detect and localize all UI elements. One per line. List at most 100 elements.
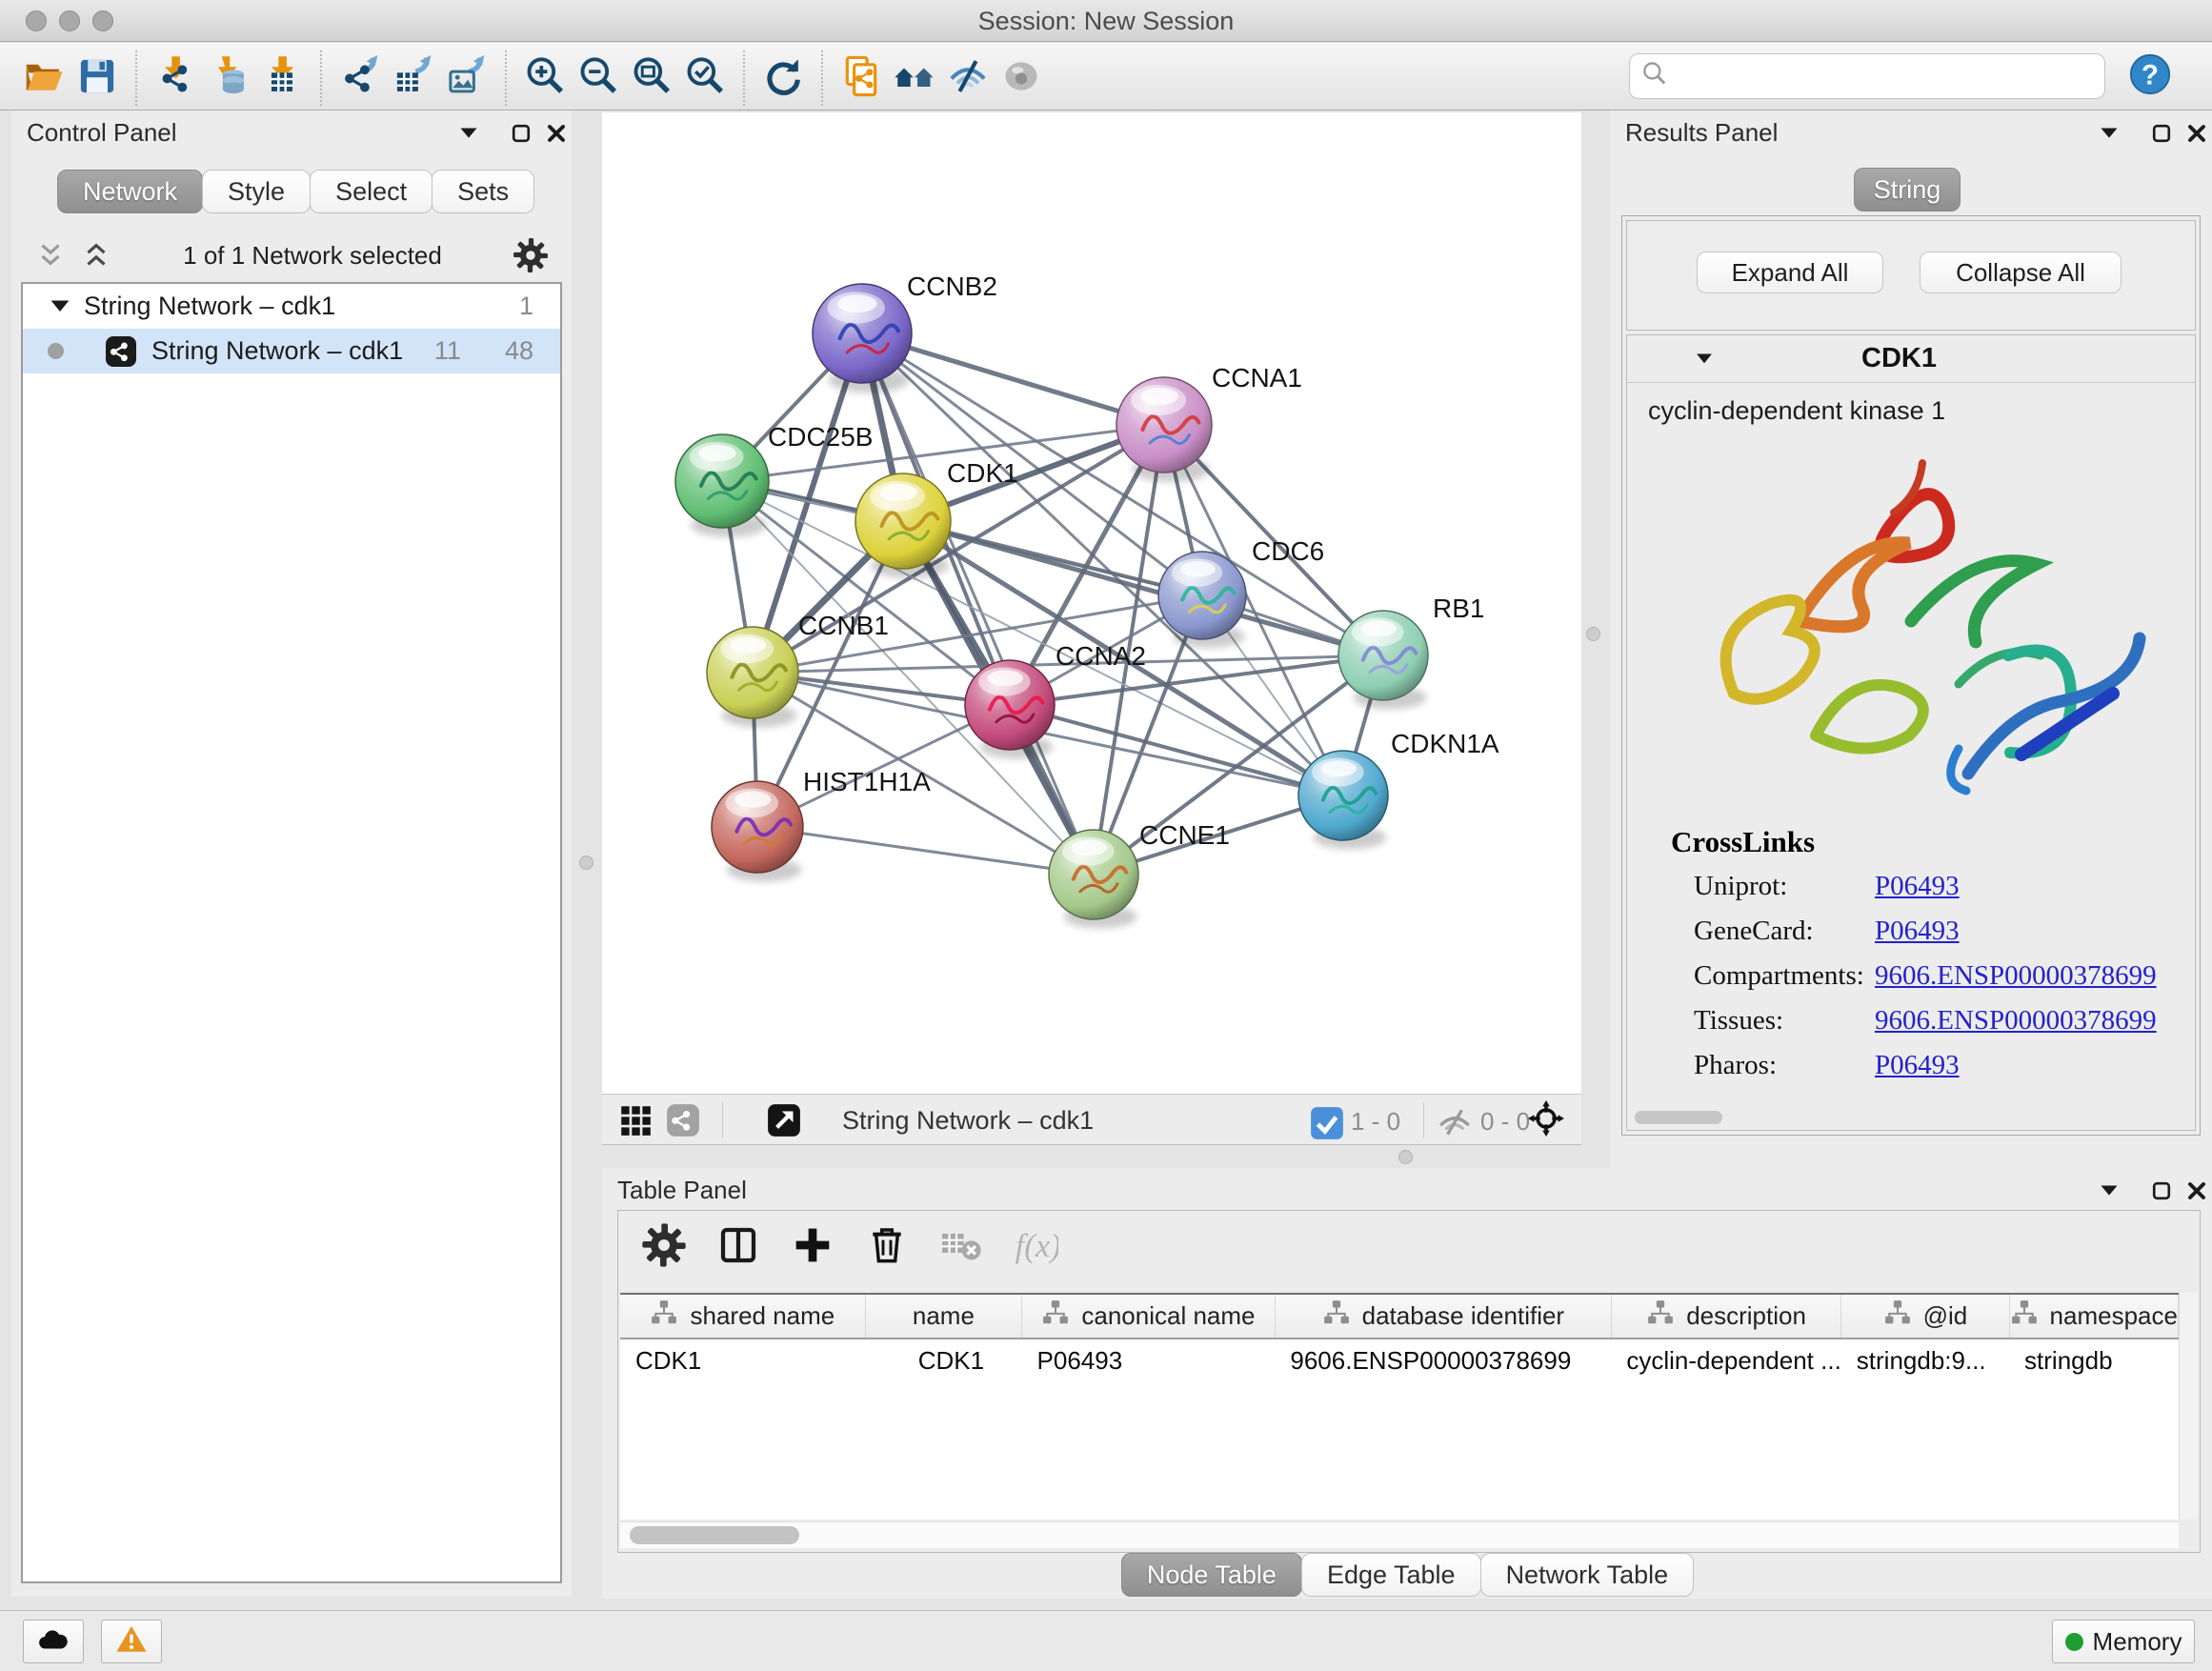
crosslink-value-link[interactable]: 9606.ENSP00000378699 xyxy=(1875,960,2157,992)
table-cell[interactable]: CDK1 xyxy=(620,1339,865,1382)
network-view-canvas[interactable]: CCNB2CCNA1CDC25BCDK1CDC6RB1CCNB1CCNA2CDK… xyxy=(602,112,1581,1094)
network-node-CCNA2[interactable] xyxy=(965,660,1055,750)
birdseye-view-icon[interactable] xyxy=(766,1102,802,1138)
column-header-canonical-name[interactable]: canonical name xyxy=(1022,1295,1276,1339)
gene-collapse-caret-icon[interactable] xyxy=(1692,349,1717,370)
right-splitter-handle[interactable] xyxy=(1586,627,1600,641)
network-node-RB1[interactable] xyxy=(1338,611,1428,700)
tab-network-table[interactable]: Network Table xyxy=(1480,1553,1695,1597)
tab-sets[interactable]: Sets xyxy=(432,170,534,213)
network-options-gear-icon[interactable] xyxy=(513,237,549,273)
toolbar-home-button[interactable] xyxy=(888,51,941,105)
table-panel-close-icon[interactable] xyxy=(2183,1178,2210,1204)
network-node-CDKN1A[interactable] xyxy=(1298,751,1388,840)
tree-expand-caret-icon[interactable] xyxy=(48,294,72,319)
table-cell[interactable]: stringdb:9... xyxy=(1841,1339,2009,1382)
network-node-CDC6[interactable] xyxy=(1158,552,1246,639)
collapse-all-button[interactable]: Collapse All xyxy=(1920,252,2122,293)
table-panel-menu-caret-icon[interactable] xyxy=(2096,1178,2122,1204)
column-header-namespace[interactable]: namespace xyxy=(2009,1295,2178,1339)
toolbar-folder-open-button[interactable] xyxy=(17,51,70,105)
table-hscroll-thumb[interactable] xyxy=(630,1526,799,1544)
tab-string[interactable]: String xyxy=(1854,168,1961,211)
control-panel-menu-caret-icon[interactable] xyxy=(455,120,482,147)
table-settings-gear-icon[interactable] xyxy=(641,1222,687,1268)
selected-checkbox-icon[interactable] xyxy=(1309,1105,1339,1136)
memory-button[interactable]: Memory xyxy=(2052,1620,2195,1663)
collapse-all-chevron-icon[interactable] xyxy=(80,239,112,272)
network-edge[interactable] xyxy=(757,827,1094,875)
crosslink-value-link[interactable]: P06493 xyxy=(1875,871,1960,902)
column-header-shared-name[interactable]: shared name xyxy=(620,1295,865,1339)
network-node-CCNB1[interactable] xyxy=(707,627,798,718)
column-header-name[interactable]: name xyxy=(865,1295,1021,1339)
results-scrollbar-thumb[interactable] xyxy=(1635,1111,1722,1124)
column-header-database-identifier[interactable]: database identifier xyxy=(1275,1295,1611,1339)
table-cell[interactable]: CDK1 xyxy=(865,1339,1021,1382)
toolbar-copy-document-button[interactable] xyxy=(835,51,888,105)
cloud-button[interactable] xyxy=(23,1620,84,1663)
column-header-description[interactable]: description xyxy=(1611,1295,1840,1339)
control-panel-float-icon[interactable] xyxy=(508,120,534,147)
table-cell[interactable]: P06493 xyxy=(1022,1339,1276,1382)
show-columns-icon[interactable] xyxy=(715,1222,761,1268)
network-node-CCNB2[interactable] xyxy=(813,284,912,383)
horizontal-splitter-handle[interactable] xyxy=(1398,1150,1413,1164)
toolbar-import-table-button[interactable] xyxy=(255,51,309,105)
results-panel-float-icon[interactable] xyxy=(2148,120,2175,147)
toolbar-import-network-button[interactable] xyxy=(149,51,202,105)
tab-node-table[interactable]: Node Table xyxy=(1121,1553,1302,1597)
toolbar-export-table-button[interactable] xyxy=(387,51,440,105)
toolbar-refresh-button[interactable] xyxy=(756,51,810,105)
tab-network[interactable]: Network xyxy=(57,170,203,213)
expand-all-chevron-icon[interactable] xyxy=(34,239,67,272)
grid-view-icon[interactable] xyxy=(617,1102,654,1138)
toolbar-zoom-selected-button[interactable] xyxy=(678,51,732,105)
tab-select[interactable]: Select xyxy=(310,170,432,213)
results-panel-menu-caret-icon[interactable] xyxy=(2096,120,2122,147)
network-node-CCNE1[interactable] xyxy=(1049,830,1138,919)
table-vertical-scrollbar[interactable] xyxy=(2179,1293,2198,1520)
toolbar-zoom-out-button[interactable] xyxy=(572,51,625,105)
table-horizontal-scrollbar[interactable] xyxy=(620,1521,2179,1548)
column-header--id[interactable]: @id xyxy=(1841,1295,2009,1339)
network-node-CDK1[interactable] xyxy=(855,473,951,569)
hidden-eye-slash-icon[interactable] xyxy=(1437,1104,1469,1137)
table-cell[interactable]: stringdb xyxy=(2009,1339,2178,1382)
delete-column-icon[interactable] xyxy=(864,1222,910,1268)
table-panel-float-icon[interactable] xyxy=(2148,1178,2175,1204)
gene-section-header[interactable]: CDK1 xyxy=(1627,335,2195,383)
toolbar-zoom-in-button[interactable] xyxy=(518,51,572,105)
search-input[interactable] xyxy=(1670,62,2104,91)
tab-style[interactable]: Style xyxy=(202,170,311,213)
network-node-CCNA1[interactable] xyxy=(1116,377,1212,473)
table-cell[interactable]: cyclin-dependent ... xyxy=(1611,1339,1840,1382)
network-edge[interactable] xyxy=(1010,705,1343,795)
crosslink-value-link[interactable]: 9606.ENSP00000378699 xyxy=(1875,1005,2157,1037)
add-column-icon[interactable] xyxy=(790,1222,835,1268)
toolbar-zoom-fit-button[interactable] xyxy=(625,51,678,105)
network-node-CDC25B[interactable] xyxy=(675,434,769,528)
toolbar-save-button[interactable] xyxy=(70,51,124,105)
toolbar-export-image-button[interactable] xyxy=(440,51,493,105)
toolbar-inspect-eye-button[interactable] xyxy=(995,51,1048,105)
tab-edge-table[interactable]: Edge Table xyxy=(1301,1553,1481,1597)
warnings-button[interactable] xyxy=(101,1620,162,1663)
network-collection-row[interactable]: String Network – cdk1 1 xyxy=(23,284,560,329)
crosslink-value-link[interactable]: P06493 xyxy=(1875,1050,1960,1081)
search-field[interactable] xyxy=(1629,53,2105,99)
control-panel-close-icon[interactable] xyxy=(543,120,570,147)
node-table[interactable]: shared name name canonical name database… xyxy=(620,1293,2179,1520)
string-badge-gray-icon[interactable] xyxy=(665,1102,701,1138)
toolbar-hide-eye-button[interactable] xyxy=(941,51,995,105)
results-panel-close-icon[interactable] xyxy=(2183,120,2210,147)
left-splitter-handle[interactable] xyxy=(579,856,593,870)
table-row[interactable]: CDK1CDK1P064939606.ENSP00000378699cyclin… xyxy=(620,1339,2179,1382)
network-row-selected[interactable]: String Network – cdk1 11 48 xyxy=(23,329,560,373)
network-graph[interactable]: CCNB2CCNA1CDC25BCDK1CDC6RB1CCNB1CCNA2CDK… xyxy=(602,112,1581,1094)
expand-all-button[interactable]: Expand All xyxy=(1697,252,1883,293)
table-cell[interactable]: 9606.ENSP00000378699 xyxy=(1275,1339,1611,1382)
crosshair-navigate-icon[interactable] xyxy=(1528,1100,1568,1140)
toolbar-import-database-button[interactable] xyxy=(202,51,255,105)
help-button[interactable]: ? xyxy=(2128,54,2172,98)
